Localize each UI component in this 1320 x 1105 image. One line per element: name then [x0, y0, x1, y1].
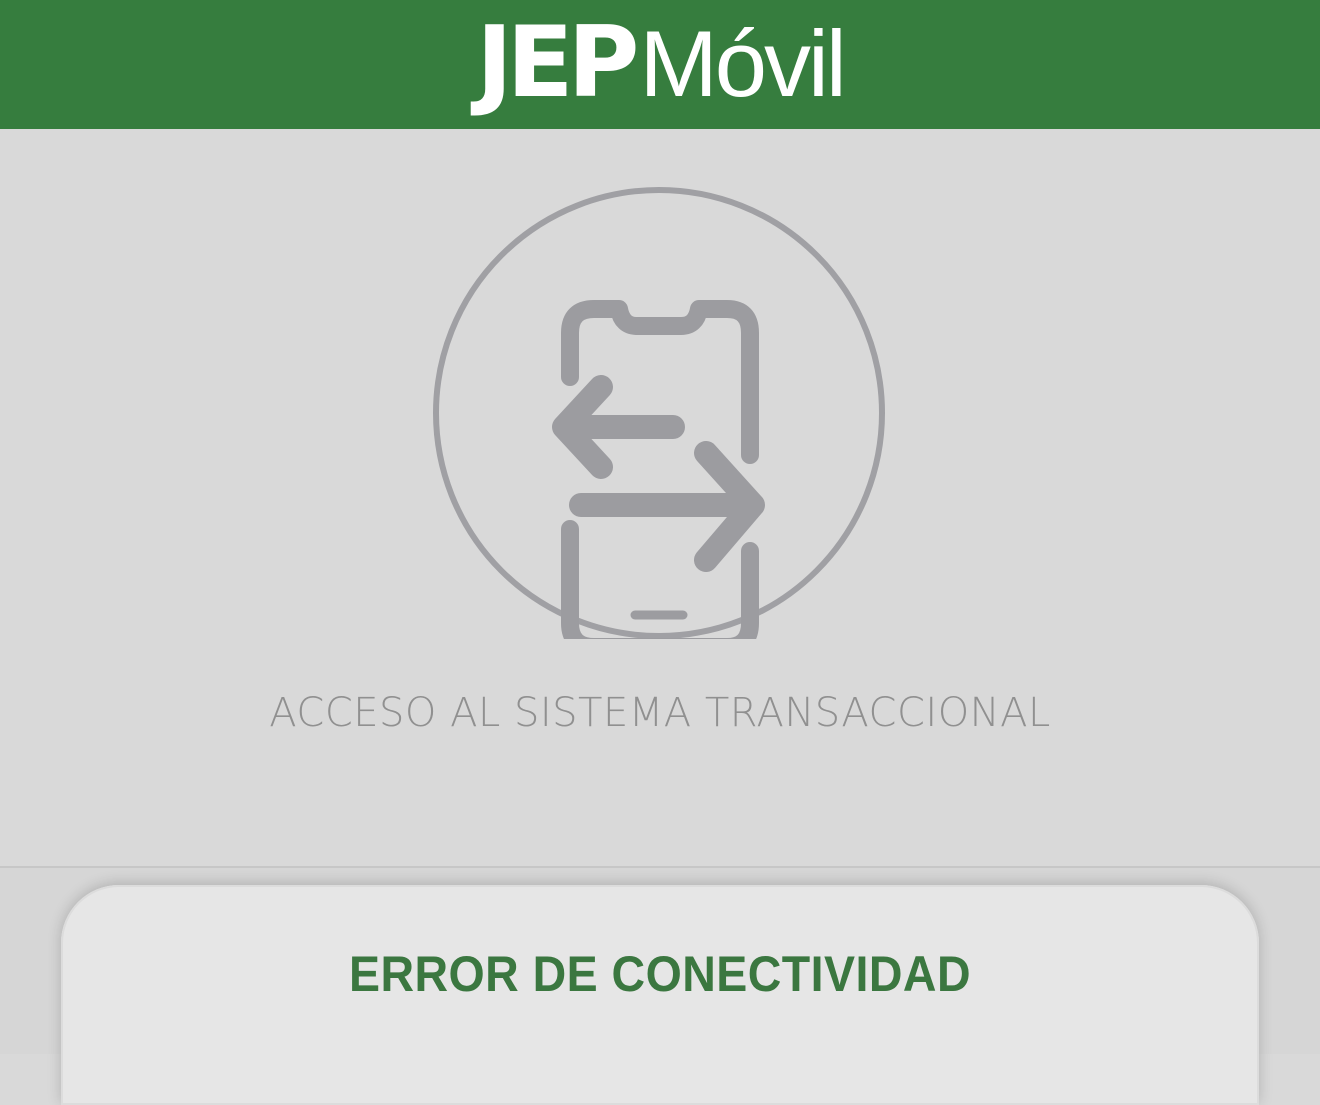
- hero-caption: ACCESO AL SISTEMA TRANSACCIONAL: [269, 690, 1051, 736]
- dialog-title: ERROR DE CONECTIVIDAD: [348, 946, 972, 1002]
- brand-logo-strong: JEP: [476, 5, 639, 120]
- brand-logo: JEP Móvil: [476, 5, 847, 120]
- error-dialog: ERROR DE CONECTIVIDAD: [61, 885, 1259, 1105]
- brand-logo-light: Móvil: [639, 10, 846, 116]
- app-header: JEP Móvil: [0, 0, 1320, 129]
- hero-section: ACCESO AL SISTEMA TRANSACCIONAL: [0, 129, 1320, 866]
- phone-transfer-icon: [433, 187, 885, 639]
